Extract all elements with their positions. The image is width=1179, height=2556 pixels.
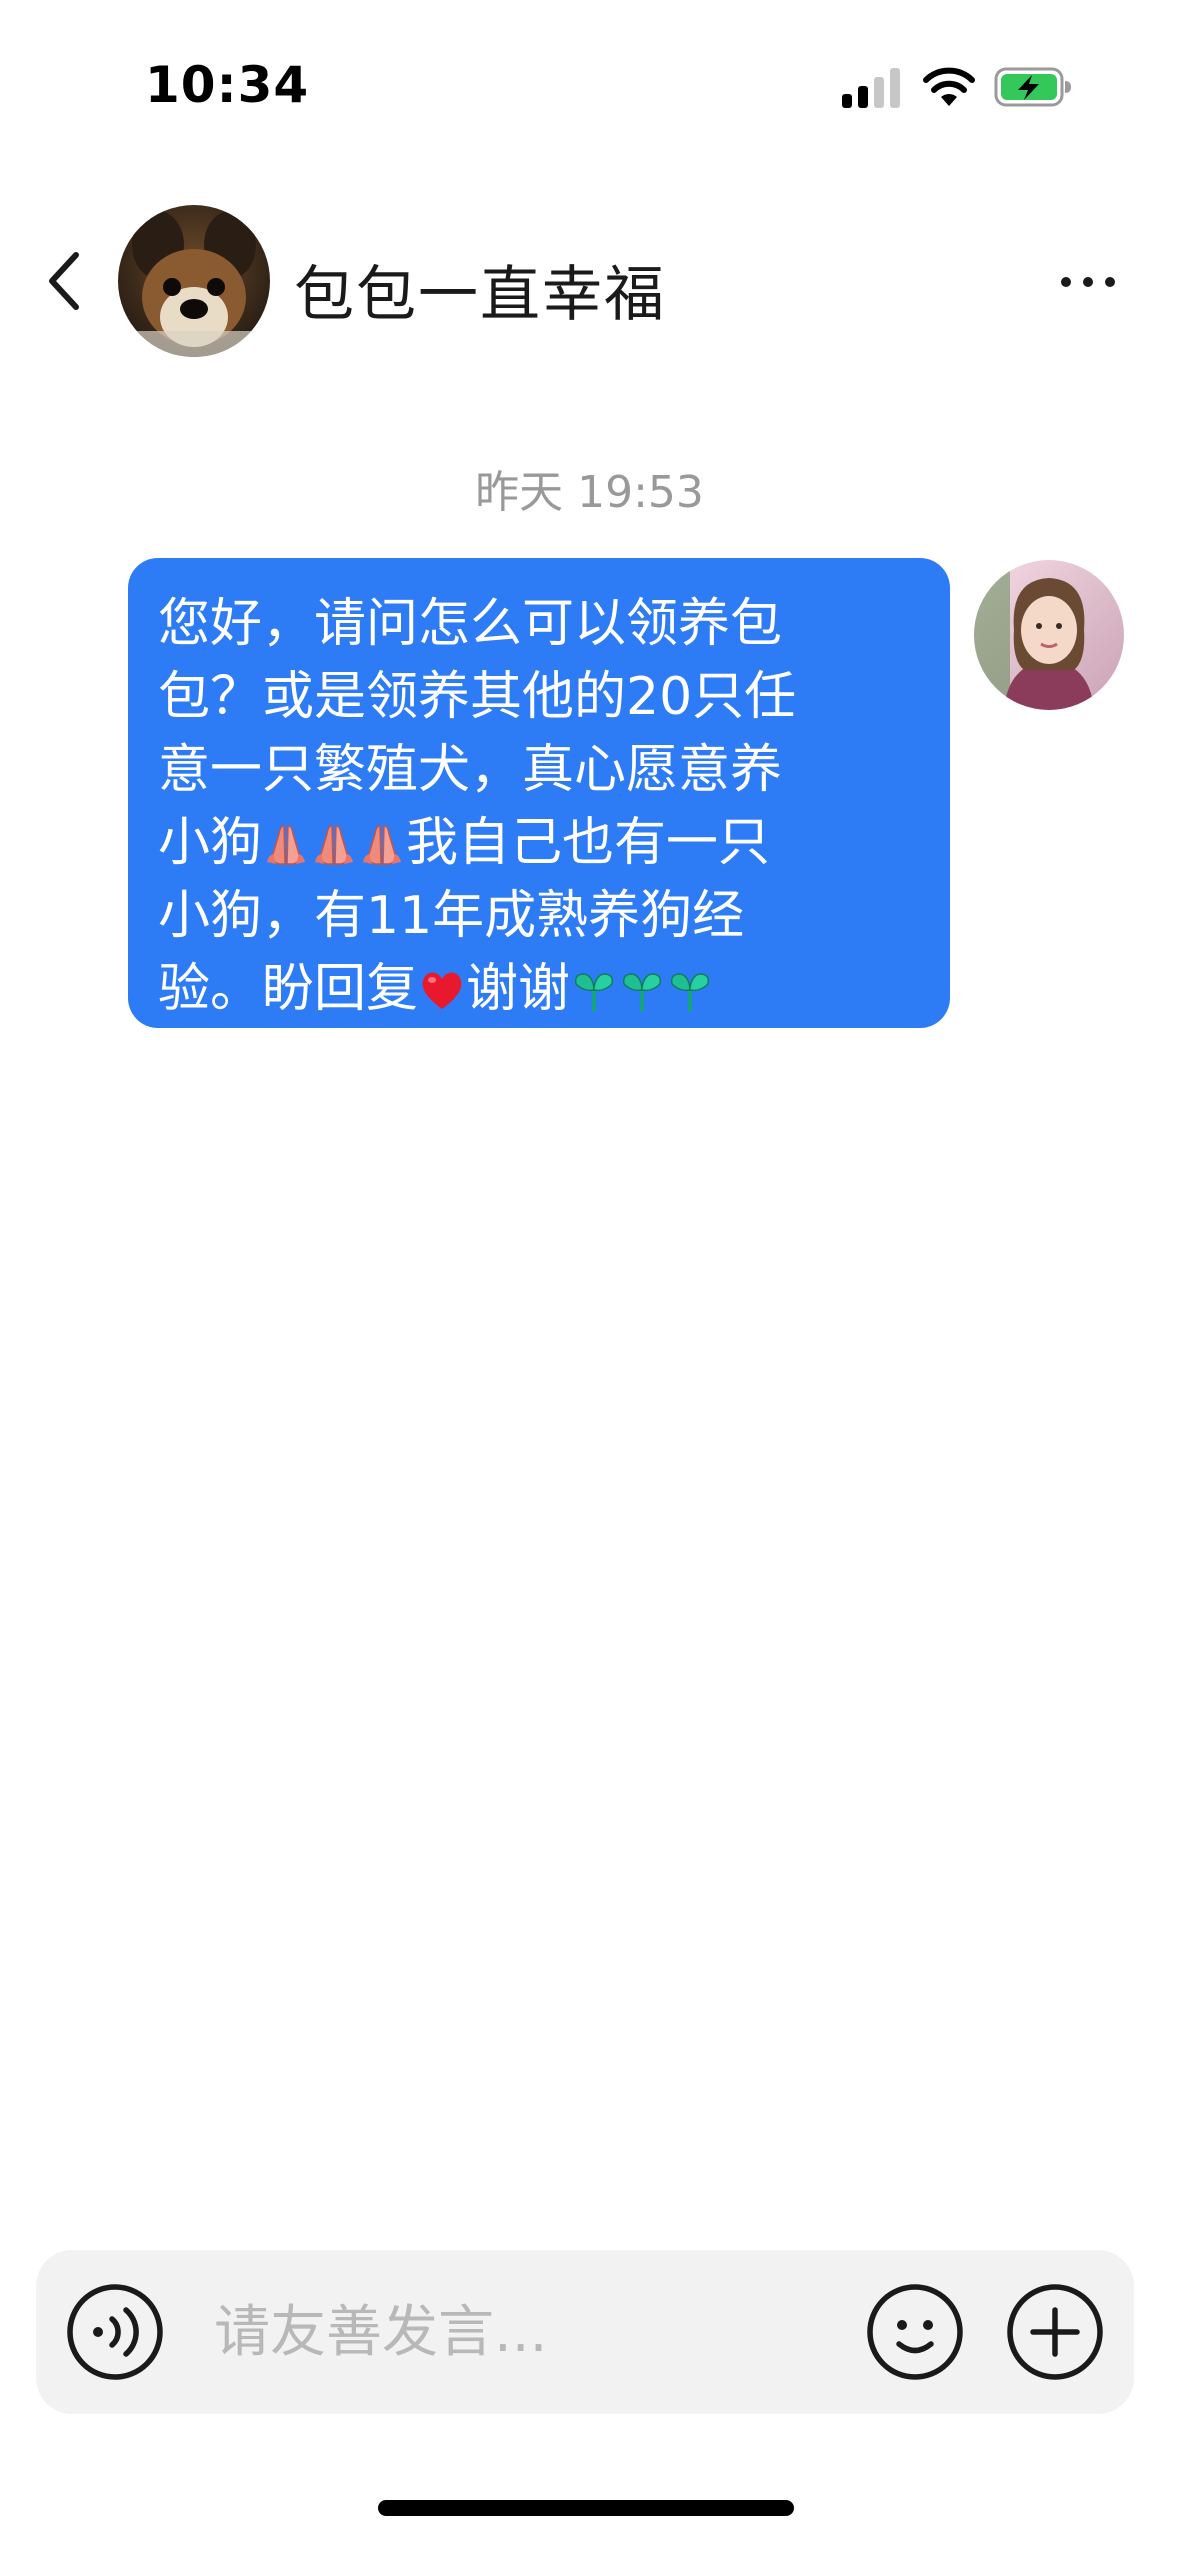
message-text: 我自己也有一只 [406,813,771,873]
cellular-signal-icon [842,68,900,108]
message-text: 验。盼回复 [158,959,419,1019]
heart-emoji-icon [422,972,462,1009]
message-input[interactable] [214,2290,854,2374]
message-line: 验。盼回复 谢谢 [158,953,922,1026]
smiley-icon[interactable] [866,2283,964,2381]
message-text: 意一只繁殖犬，真心愿意养 [158,740,783,800]
message-text: 包？或是领养其他的20只任 [158,667,797,727]
message-timestamp: 昨天 19:53 [475,467,704,518]
pray-emoji-icon [267,825,306,865]
message-line: 您好，请问怎么可以领养包 [158,588,922,661]
battery-charging-icon [994,67,1071,107]
message-text: 小狗，有11年成熟养狗经 [158,886,745,946]
message-line: 小狗 我自己也有一只 [158,807,922,880]
message-line: 包？或是领养其他的20只任 [158,661,922,734]
pray-emoji-icon [315,825,354,865]
sprout-emoji-icon [670,973,710,1012]
more-dots-icon[interactable] [1058,262,1118,302]
contact-avatar[interactable] [118,205,270,357]
home-indicator[interactable] [378,2500,794,2516]
back-button[interactable] [40,245,88,317]
sprout-emoji-icon [622,973,662,1012]
message-bubble-self[interactable]: 您好，请问怎么可以领养包 包？或是领养其他的20只任 意一只繁殖犬，真心愿意养 小狗 我… [128,558,950,1028]
chat-screen: 10:34 包包一直幸福 昨天 19:53 您好，请问怎么可以领养包 包？或是领… [0,0,1179,2556]
status-time: 10:34 [145,56,310,114]
message-text: 小狗 [158,813,263,873]
message-line: 意一只繁殖犬，真心愿意养 [158,734,922,807]
plus-circle-icon[interactable] [1006,2283,1104,2381]
message-text: 您好，请问怎么可以领养包 [158,594,783,654]
voice-icon[interactable] [66,2283,164,2381]
sprout-emoji-icon [574,973,614,1012]
pray-emoji-icon [363,825,402,865]
contact-name[interactable]: 包包一直幸福 [294,246,666,333]
self-avatar[interactable] [974,560,1124,710]
message-input-bar [36,2250,1134,2414]
message-line: 小狗，有11年成熟养狗经 [158,880,922,953]
message-text: 谢谢 [466,959,571,1019]
wifi-icon [923,67,975,106]
